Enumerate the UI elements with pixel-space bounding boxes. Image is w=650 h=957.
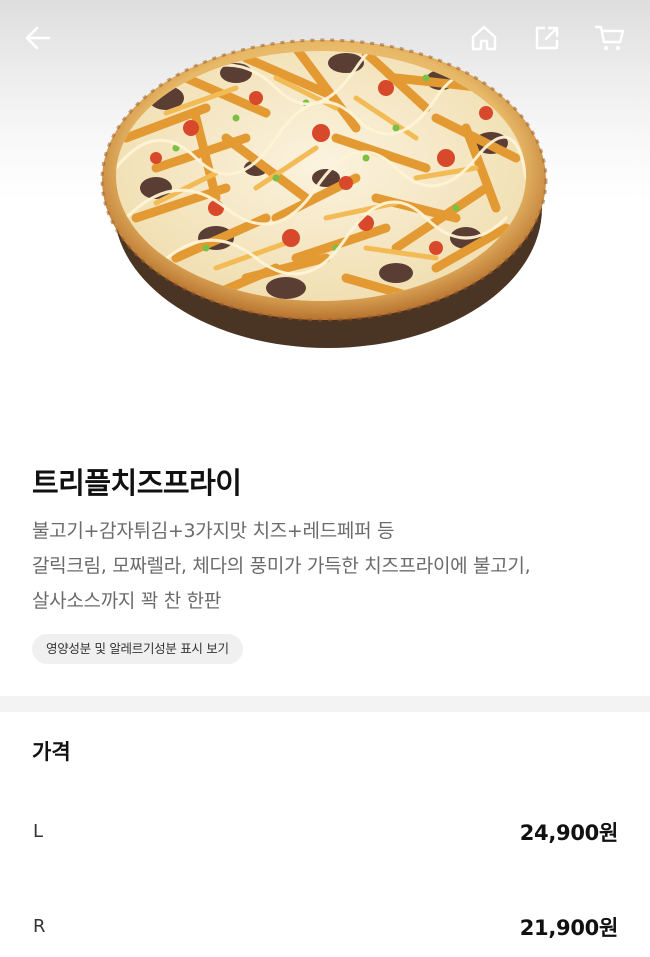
back-arrow-icon — [25, 26, 51, 50]
share-button[interactable] — [527, 18, 567, 58]
top-navigation-bar — [0, 0, 650, 76]
share-icon — [535, 26, 559, 50]
product-description: 불고기+감자튀김+3가지맛 치즈+레드페퍼 등 갈릭크림, 모짜렐라, 체다의 … — [32, 514, 622, 619]
cart-button[interactable] — [590, 18, 630, 58]
home-button[interactable] — [464, 18, 504, 58]
price-heading: 가격 — [32, 740, 71, 764]
size-label: R — [33, 916, 46, 937]
product-detail-page: 트리플치즈프라이 불고기+감자튀김+3가지맛 치즈+레드페퍼 등 갈릭크림, 모… — [0, 0, 650, 957]
product-info-section: 트리플치즈프라이 불고기+감자튀김+3가지맛 치즈+레드페퍼 등 갈릭크림, 모… — [0, 420, 650, 696]
product-title: 트리플치즈프라이 — [32, 466, 242, 500]
description-line: 살사소스까지 꽉 찬 한판 — [32, 590, 222, 612]
price-row-l: L 24,900원 — [0, 813, 650, 853]
price-row-r: R 21,900원 — [0, 908, 650, 948]
cart-icon — [594, 25, 625, 51]
price-section: 가격 L 24,900원 R 21,900원 — [0, 712, 650, 957]
price-amount: 21,900원 — [519, 916, 619, 940]
description-line: 불고기+감자튀김+3가지맛 치즈+레드페퍼 등 — [32, 520, 395, 542]
home-icon — [471, 25, 497, 51]
description-line: 갈릭크림, 모짜렐라, 체다의 풍미가 가득한 치즈프라이에 불고기, — [32, 555, 531, 577]
price-amount: 24,900원 — [519, 821, 619, 845]
product-image-area — [0, 0, 650, 420]
section-divider — [0, 696, 650, 712]
nutrition-allergy-button[interactable]: 영양성분 및 알레르기성분 표시 보기 — [32, 634, 243, 664]
size-label: L — [33, 821, 44, 842]
back-button[interactable] — [18, 18, 58, 58]
